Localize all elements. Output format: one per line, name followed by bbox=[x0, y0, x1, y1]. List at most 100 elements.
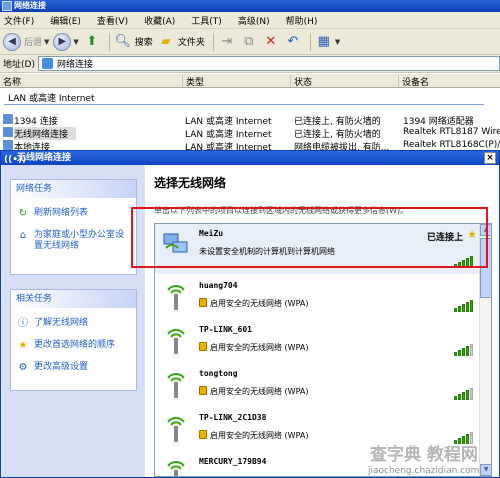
watermark-url: jiaocheng.chazidian.com bbox=[368, 466, 480, 476]
menu-view[interactable]: 查看(V) bbox=[97, 14, 128, 27]
setup-home-network-link[interactable]: ⌂ 为家庭或小型办公室设置无线网络 bbox=[11, 224, 136, 256]
copy-to-icon: ⧉ bbox=[244, 34, 254, 49]
address-label: 地址(D) bbox=[3, 60, 35, 70]
search-label: 搜索 bbox=[134, 38, 153, 48]
menu-file[interactable]: 文件(F) bbox=[4, 14, 34, 27]
connection-icon bbox=[3, 114, 13, 124]
menu-help[interactable]: 帮助(H) bbox=[286, 14, 318, 27]
folder-icon: ▰ bbox=[160, 34, 171, 49]
wireless-antenna-icon bbox=[167, 417, 185, 442]
network-item[interactable]: tongtong 启用安全的无线网络 (WPA) bbox=[155, 364, 481, 406]
column-device[interactable]: 设备名 bbox=[398, 75, 500, 88]
task-label: 了解无线网络 bbox=[34, 318, 89, 328]
group-title: LAN 或高速 Internet bbox=[8, 94, 95, 104]
network-ssid: huang704 bbox=[199, 281, 238, 290]
column-status[interactable]: 状态 bbox=[290, 75, 396, 88]
learn-wireless-link[interactable]: ⓘ 了解无线网络 bbox=[11, 312, 136, 334]
network-ssid: MERCURY_179B94 bbox=[199, 457, 267, 466]
undo-button[interactable]: ↶ bbox=[284, 31, 302, 53]
task-label: 为家庭或小型办公室设置无线网络 bbox=[34, 230, 125, 251]
folders-label: 文件夹 bbox=[177, 38, 205, 48]
menu-favorites[interactable]: 收藏(A) bbox=[144, 14, 175, 27]
move-to-icon: ⇥ bbox=[221, 34, 233, 49]
refresh-network-list-link[interactable]: ↻ 刷新网络列表 bbox=[11, 202, 136, 224]
forward-arrow-icon: ▶ bbox=[53, 32, 72, 51]
move-to-button[interactable]: ⇥ bbox=[218, 31, 236, 53]
task-label: 更改高级设置 bbox=[34, 362, 89, 372]
folders-button[interactable]: ▰ 文件夹 bbox=[157, 31, 205, 53]
signal-strength-icon bbox=[453, 388, 473, 400]
annotation-highlight-box bbox=[131, 207, 488, 268]
connection-device: Realtek RTL8187 Wireles... bbox=[403, 127, 500, 137]
related-tasks-header: 相关任务 bbox=[11, 290, 136, 308]
related-tasks-panel: 相关任务 ⓘ 了解无线网络 ★ 更改首选网络的顺序 ⚙ 更改高级设置 bbox=[10, 289, 137, 391]
connection-device: Realtek RTL8168C(P)/81... bbox=[403, 140, 500, 150]
lock-icon bbox=[199, 430, 207, 439]
network-item[interactable]: TP-LINK_601 启用安全的无线网络 (WPA) bbox=[155, 320, 481, 362]
network-connections-icon bbox=[41, 58, 53, 69]
back-button[interactable]: ◀ 后退 ▼ bbox=[3, 31, 49, 53]
network-tasks-header: 网络任务 bbox=[11, 180, 136, 198]
back-label: 后退 bbox=[24, 38, 43, 48]
toolbar-separator bbox=[212, 32, 214, 51]
forward-button[interactable]: ▶ ▼ bbox=[53, 31, 79, 53]
network-item[interactable]: huang704 启用安全的无线网络 (WPA) bbox=[155, 276, 481, 318]
settings-icon: ⚙ bbox=[18, 362, 28, 373]
watermark-title: 查字典 教程网 bbox=[370, 445, 478, 465]
dialog-titlebar: ((•)) 无线网络连接 bbox=[1, 151, 499, 165]
views-button[interactable]: ▦ ▼ bbox=[315, 31, 341, 53]
connection-row[interactable]: 无线网络连接 LAN 或高速 Internet 已连接上, 有防火墙的 Real… bbox=[0, 126, 500, 140]
network-ssid: tongtong bbox=[199, 369, 238, 378]
wireless-antenna-icon bbox=[167, 461, 185, 476]
wireless-antenna-icon bbox=[167, 329, 185, 354]
network-security-status: 启用安全的无线网络 (WPA) bbox=[199, 386, 308, 397]
toolbar: ◀ 后退 ▼ ▶ ▼ ⬆ 🔍︎ 搜索 ▰ 文件夹 ⇥ ⧉ ✕ ↶ ▦ ▼ bbox=[0, 29, 500, 55]
refresh-icon: ↻ bbox=[18, 208, 28, 219]
chevron-down-icon: ▼ bbox=[73, 37, 79, 46]
chevron-down-icon: ▼ bbox=[44, 37, 50, 46]
setup-wizard-icon: ⌂ bbox=[19, 230, 27, 241]
column-header: 名称 类型 状态 设备名 bbox=[0, 74, 500, 88]
column-name[interactable]: 名称 bbox=[0, 75, 180, 88]
info-icon: ⓘ bbox=[18, 318, 28, 329]
network-security-status: 启用安全的无线网络 (WPA) bbox=[199, 298, 308, 309]
address-bar: 地址(D) 网络连接 bbox=[0, 55, 500, 73]
signal-strength-icon bbox=[453, 344, 473, 356]
menu-tools[interactable]: 工具(T) bbox=[191, 14, 222, 27]
lock-icon bbox=[199, 298, 207, 307]
network-security-status: 启用安全的无线网络 (WPA) bbox=[199, 430, 308, 441]
wireless-antenna-icon bbox=[167, 285, 185, 310]
menu-edit[interactable]: 编辑(E) bbox=[50, 14, 81, 27]
connection-icon bbox=[3, 140, 13, 150]
task-label: 刷新网络列表 bbox=[34, 208, 89, 218]
menu-advanced[interactable]: 高级(N) bbox=[238, 14, 270, 27]
change-advanced-settings-link[interactable]: ⚙ 更改高级设置 bbox=[11, 356, 136, 378]
network-tasks-panel: 网络任务 ↻ 刷新网络列表 ⌂ 为家庭或小型办公室设置无线网络 bbox=[10, 179, 137, 275]
address-value: 网络连接 bbox=[56, 60, 93, 70]
scroll-down-icon[interactable]: ▼ bbox=[480, 464, 491, 476]
window-titlebar: 网络连接 bbox=[0, 0, 500, 12]
back-arrow-icon: ◀ bbox=[3, 32, 21, 51]
toolbar-separator bbox=[108, 32, 110, 51]
delete-x-icon: ✕ bbox=[265, 34, 277, 49]
up-button[interactable]: ⬆ bbox=[83, 31, 101, 53]
address-input[interactable]: 网络连接 bbox=[37, 56, 500, 71]
wireless-connection-icon bbox=[3, 127, 13, 137]
menubar: 文件(F) 编辑(E) 查看(V) 收藏(A) 工具(T) 高级(N) 帮助(H… bbox=[0, 12, 500, 29]
search-icon: 🔍︎ bbox=[114, 34, 132, 49]
column-type[interactable]: 类型 bbox=[182, 75, 288, 88]
chevron-down-icon: ▼ bbox=[334, 37, 341, 46]
wireless-dialog: ((•)) 无线网络连接 × 网络任务 ↻ 刷新网络列表 ⌂ 为家庭或小型办公室… bbox=[0, 150, 500, 478]
network-folder-icon bbox=[2, 1, 12, 11]
group-divider bbox=[4, 104, 484, 105]
wireless-antenna-icon bbox=[167, 373, 185, 398]
search-button[interactable]: 🔍︎ 搜索 bbox=[114, 31, 153, 53]
delete-button[interactable]: ✕ bbox=[262, 31, 280, 53]
copy-to-button[interactable]: ⧉ bbox=[240, 31, 258, 53]
undo-icon: ↶ bbox=[287, 34, 299, 49]
connection-row[interactable]: 1394 连接 LAN 或高速 Internet 已连接上, 有防火墙的 139… bbox=[0, 113, 500, 127]
network-ssid: TP-LINK_601 bbox=[199, 325, 252, 334]
up-folder-icon: ⬆ bbox=[86, 34, 98, 49]
change-preferred-order-link[interactable]: ★ 更改首选网络的顺序 bbox=[11, 334, 136, 356]
close-button[interactable]: × bbox=[484, 152, 496, 164]
